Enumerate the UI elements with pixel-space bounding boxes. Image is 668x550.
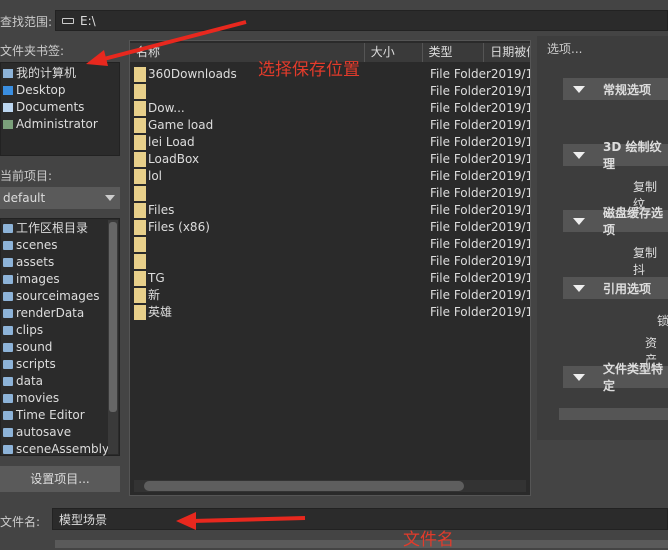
annotation-arrows (86, 20, 306, 530)
annotation-location: 选择保存位置 (258, 60, 360, 80)
annotation-filename: 文件名 (403, 530, 454, 550)
